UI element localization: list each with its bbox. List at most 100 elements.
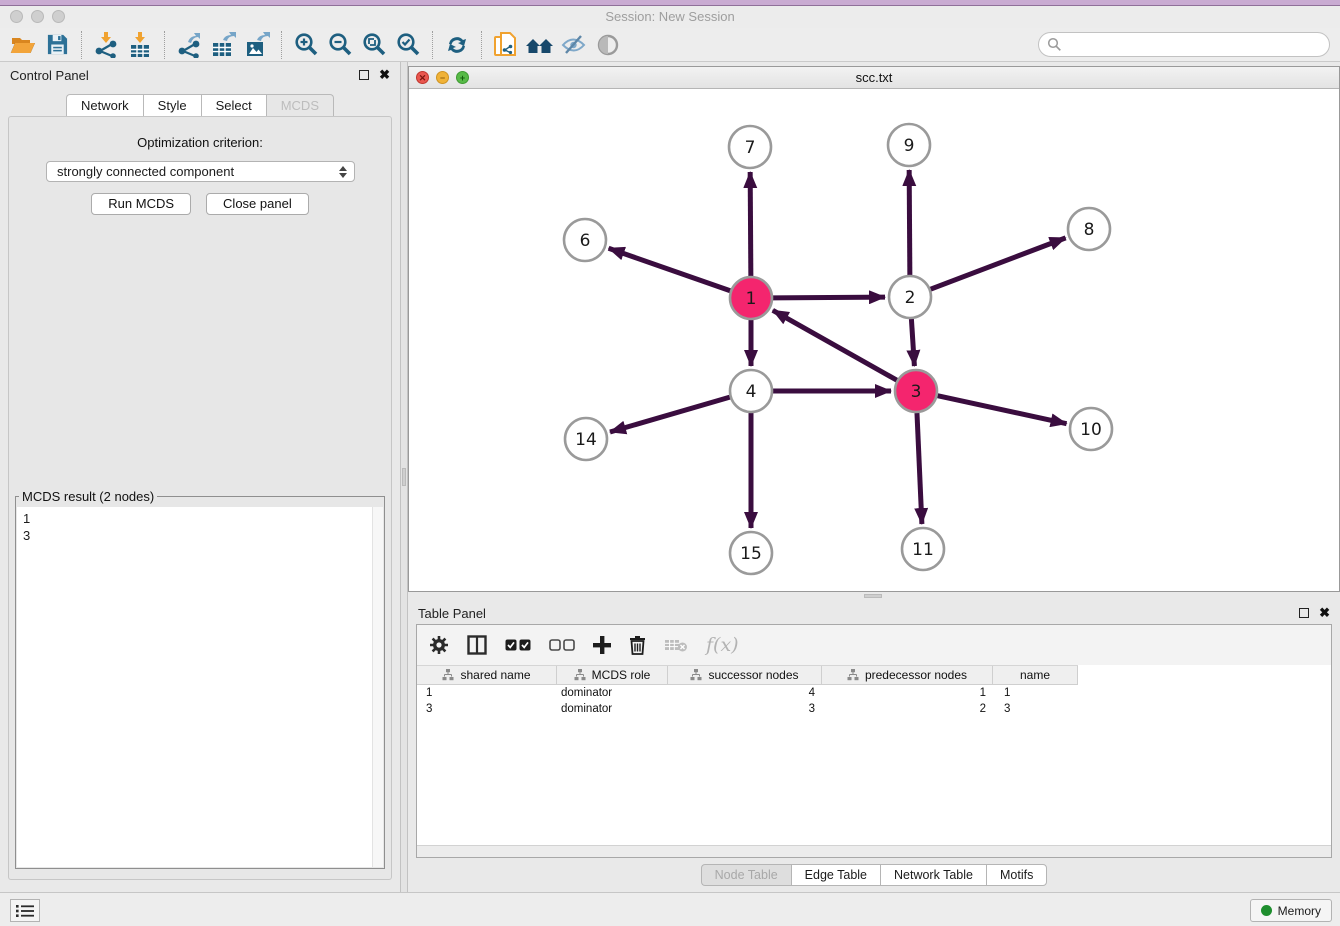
graph-edge-3-1[interactable] [773, 310, 897, 380]
zoom-selected-icon[interactable] [391, 30, 425, 60]
graph-edge-2-3[interactable] [911, 319, 914, 366]
export-table-icon[interactable] [206, 30, 240, 60]
column-label: predecessor nodes [865, 668, 967, 682]
deselect-all-icon[interactable] [549, 639, 575, 652]
network-window-controls: ✕ − + [416, 71, 469, 84]
refresh-layout-icon[interactable] [440, 30, 474, 60]
network-graph[interactable]: 7968124314101511 [409, 89, 1339, 591]
column-header-predecessor-nodes[interactable]: predecessor nodes [822, 666, 993, 684]
cell-shared-name[interactable]: 1 [417, 685, 557, 701]
tab-network-table[interactable]: Network Table [880, 864, 986, 886]
graph-edge-4-14[interactable] [610, 397, 730, 432]
control-panel-float-icon[interactable] [359, 70, 369, 80]
tab-node-table[interactable]: Node Table [701, 864, 791, 886]
network-maximize-button[interactable]: + [456, 71, 469, 84]
add-row-plus-icon[interactable] [593, 636, 611, 654]
mcds-result-title: MCDS result (2 nodes) [19, 489, 157, 504]
network-canvas[interactable]: 7968124314101511 [409, 89, 1339, 591]
cell-predecessor-nodes[interactable]: 2 [822, 701, 993, 717]
table-settings-gear-icon[interactable] [429, 635, 449, 655]
tab-select[interactable]: Select [201, 94, 266, 117]
column-header-mcds-role[interactable]: MCDS role [557, 666, 668, 684]
search-field[interactable] [1038, 32, 1330, 57]
cell-shared-name[interactable]: 3 [417, 701, 557, 717]
table-row[interactable]: 3 dominator 3 2 3 [417, 701, 1331, 717]
graph-edge-3-11[interactable] [917, 413, 922, 524]
zoom-window-button[interactable] [52, 10, 65, 23]
close-panel-button[interactable]: Close panel [206, 193, 309, 215]
mcds-result-text[interactable]: 1 3 [17, 507, 383, 867]
memory-button[interactable]: Memory [1250, 899, 1332, 922]
delete-row-trash-icon[interactable] [629, 635, 646, 655]
graph-edge-2-8[interactable] [931, 238, 1066, 289]
optimization-criterion-value: strongly connected component [57, 164, 234, 179]
zoom-in-icon[interactable] [289, 30, 323, 60]
graph-edge-1-2[interactable] [773, 297, 885, 298]
table-panel-float-icon[interactable] [1299, 608, 1309, 618]
table-panel: Table Panel ✖ [408, 600, 1340, 892]
run-mcds-button[interactable]: Run MCDS [91, 193, 191, 215]
network-window-titlebar[interactable]: ✕ − + scc.txt [409, 67, 1339, 89]
export-image-icon[interactable] [240, 30, 274, 60]
import-table-icon[interactable] [123, 30, 157, 60]
tab-style[interactable]: Style [143, 94, 201, 117]
save-session-icon[interactable] [40, 30, 74, 60]
graph-edge-1-7[interactable] [750, 172, 751, 276]
column-header-shared-name[interactable]: shared name [417, 666, 557, 684]
export-network-icon[interactable] [172, 30, 206, 60]
control-panel-close-icon[interactable]: ✖ [379, 70, 390, 80]
network-close-button[interactable]: ✕ [416, 71, 429, 84]
table-panel-close-icon[interactable]: ✖ [1319, 608, 1330, 618]
cell-mcds-role[interactable]: dominator [557, 685, 668, 701]
table-split-divider[interactable] [408, 592, 1340, 600]
titlebar: Session: New Session [0, 6, 1340, 28]
cell-name[interactable]: 1 [993, 685, 1078, 701]
network-minimize-button[interactable]: − [436, 71, 449, 84]
zoom-fit-icon[interactable] [357, 30, 391, 60]
table-panel-title: Table Panel [418, 606, 486, 621]
table-horizontal-scrollbar[interactable] [417, 845, 1331, 857]
tab-mcds[interactable]: MCDS [266, 94, 334, 117]
graph-edge-3-10[interactable] [937, 396, 1066, 424]
graph-node-label: 14 [575, 430, 597, 450]
open-session-icon[interactable] [6, 30, 40, 60]
zoom-out-icon[interactable] [323, 30, 357, 60]
column-label: shared name [460, 668, 530, 682]
first-neighbors-icon[interactable] [523, 30, 557, 60]
window-title: Session: New Session [0, 6, 1340, 27]
node-table-body: f(x) shared name MCDS role successor nod… [416, 624, 1332, 858]
hide-selected-eye-icon[interactable] [557, 30, 591, 60]
tab-network[interactable]: Network [66, 94, 143, 117]
mcds-result-scrollbar[interactable] [372, 507, 383, 867]
status-bar: Memory [0, 892, 1340, 926]
import-network-icon[interactable] [89, 30, 123, 60]
graph-edge-2-9[interactable] [909, 170, 910, 275]
minimize-window-button[interactable] [31, 10, 44, 23]
cell-mcds-role[interactable]: dominator [557, 701, 668, 717]
tab-motifs[interactable]: Motifs [986, 864, 1047, 886]
cell-predecessor-nodes[interactable]: 1 [822, 685, 993, 701]
close-window-button[interactable] [10, 10, 23, 23]
divider-grip[interactable] [864, 594, 882, 598]
list-icon [16, 904, 34, 918]
task-history-button[interactable] [10, 899, 40, 922]
select-all-icon[interactable] [505, 639, 531, 652]
panel-split-divider[interactable] [400, 62, 408, 892]
new-network-from-selection-icon[interactable] [489, 30, 523, 60]
cell-successor-nodes[interactable]: 4 [668, 685, 822, 701]
divider-grip[interactable] [402, 468, 406, 486]
column-header-successor-nodes[interactable]: successor nodes [668, 666, 822, 684]
toolbar-separator [432, 31, 433, 59]
tab-edge-table[interactable]: Edge Table [791, 864, 880, 886]
column-header-name[interactable]: name [993, 666, 1078, 684]
column-label: successor nodes [708, 668, 798, 682]
window-traffic-lights[interactable] [10, 10, 65, 23]
show-all-eye-icon[interactable] [591, 30, 625, 60]
table-row[interactable]: 1 dominator 4 1 1 [417, 685, 1331, 701]
cell-name[interactable]: 3 [993, 701, 1078, 717]
graph-edge-1-6[interactable] [609, 248, 731, 290]
search-input[interactable] [1062, 35, 1329, 55]
column-panel-icon[interactable] [467, 635, 487, 655]
cell-successor-nodes[interactable]: 3 [668, 701, 822, 717]
optimization-criterion-select[interactable]: strongly connected component [46, 161, 355, 182]
